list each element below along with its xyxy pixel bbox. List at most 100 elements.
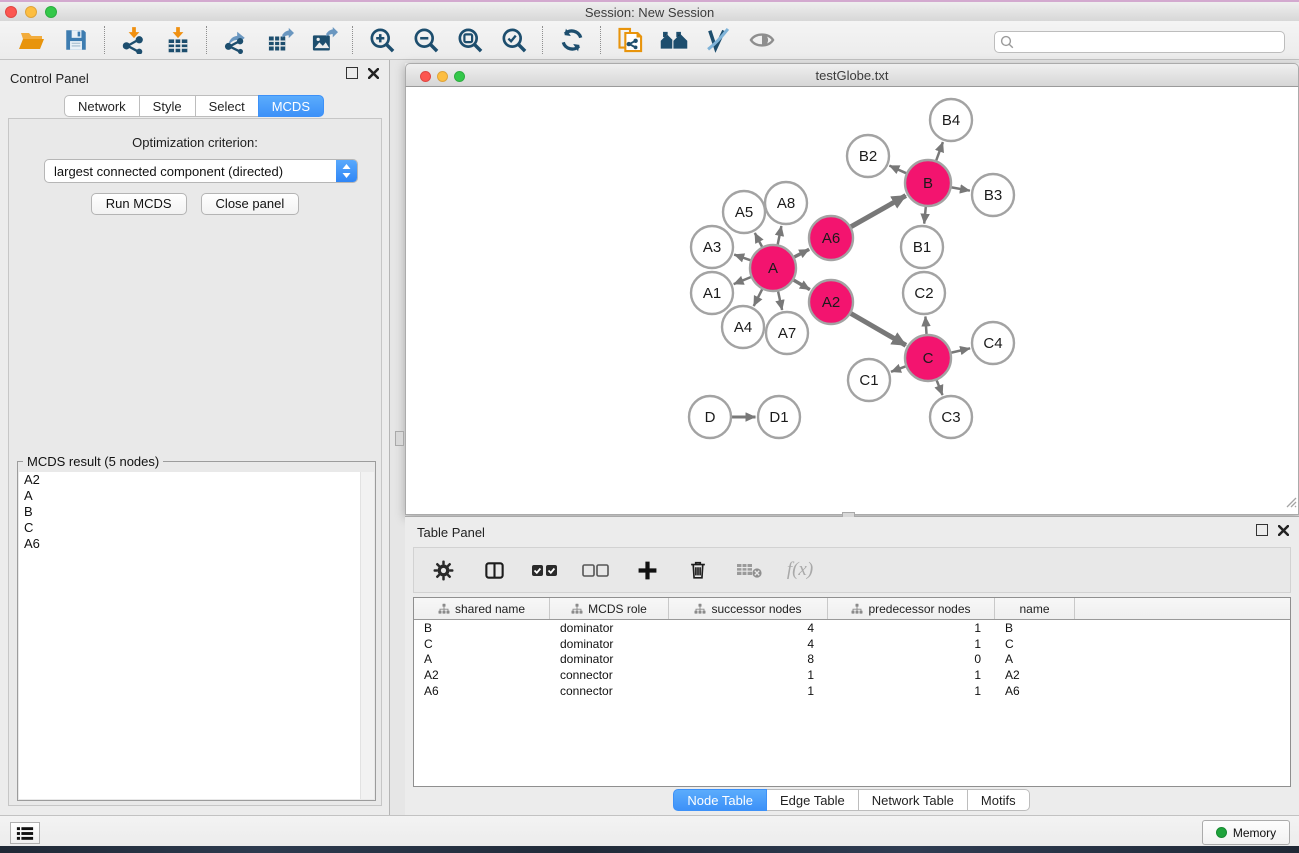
edge-A2-C[interactable] [851, 314, 906, 346]
table-cell[interactable]: dominator [550, 652, 669, 666]
table-cell[interactable]: connector [550, 684, 669, 698]
zoom-fit-icon[interactable] [452, 24, 488, 56]
table-row[interactable]: Cdominator41C [414, 636, 1290, 652]
table-cell[interactable]: B [414, 621, 550, 635]
create-column-plus-icon[interactable] [632, 554, 662, 586]
edge-B-B3[interactable] [952, 187, 970, 190]
style-check-slash-icon[interactable] [700, 24, 736, 56]
export-network-icon[interactable] [218, 24, 254, 56]
table-settings-gear-icon[interactable] [428, 554, 458, 586]
optimization-criterion-select[interactable]: largest connected component (directed) [44, 159, 358, 183]
table-cell[interactable]: 1 [828, 684, 995, 698]
table-cell[interactable]: 4 [669, 637, 828, 651]
table-row[interactable]: A6connector11A6 [414, 683, 1290, 699]
table-cell[interactable]: dominator [550, 621, 669, 635]
table-cell[interactable]: A [995, 652, 1075, 666]
edge-B-B2[interactable] [889, 166, 906, 174]
import-network-icon[interactable] [116, 24, 152, 56]
table-cell[interactable]: 1 [669, 684, 828, 698]
edge-A-A6[interactable] [794, 249, 809, 257]
table-cell[interactable]: C [414, 637, 550, 651]
window-resize-grip[interactable] [1283, 494, 1297, 513]
tab-node-table[interactable]: Node Table [673, 789, 767, 811]
search-input[interactable] [994, 31, 1285, 53]
mcds-result-item[interactable]: B [19, 504, 361, 520]
table-cell[interactable]: A2 [995, 668, 1075, 682]
mcds-result-item[interactable]: A6 [19, 536, 361, 552]
zoom-selected-icon[interactable] [496, 24, 532, 56]
panel-list-button[interactable] [10, 822, 40, 844]
table-cell[interactable]: B [995, 621, 1075, 635]
double-house-icon[interactable] [656, 24, 692, 56]
table-cell[interactable]: dominator [550, 637, 669, 651]
refresh-view-icon[interactable] [554, 24, 590, 56]
edge-A-A3[interactable] [734, 255, 750, 261]
memory-button[interactable]: Memory [1202, 820, 1290, 845]
eye-icon[interactable] [744, 24, 780, 56]
table-cell[interactable]: 4 [669, 621, 828, 635]
edge-A-A2[interactable] [794, 280, 810, 290]
import-table-icon[interactable] [160, 24, 196, 56]
save-session-icon[interactable] [58, 24, 94, 56]
delete-column-trash-icon[interactable] [683, 554, 713, 586]
float-panel-icon[interactable] [346, 67, 358, 79]
edge-A-A7[interactable] [778, 292, 782, 311]
deselect-all-rows-icon[interactable] [581, 554, 611, 586]
table-cell[interactable]: A2 [414, 668, 550, 682]
open-session-icon[interactable] [14, 24, 50, 56]
mcds-result-item[interactable]: A2 [19, 472, 361, 488]
table-cell[interactable]: 1 [828, 637, 995, 651]
edge-C-C1[interactable] [891, 366, 906, 371]
tab-network[interactable]: Network [64, 95, 140, 117]
table-cell[interactable]: 0 [828, 652, 995, 666]
table-cell[interactable]: 1 [828, 668, 995, 682]
export-image-icon[interactable] [306, 24, 342, 56]
network-canvas[interactable]: AA1A2A3A4A5A6A7A8BB1B2B3B4CC1C2C3C4DD1 [405, 87, 1299, 515]
table-cell[interactable]: 1 [669, 668, 828, 682]
table-row[interactable]: Adominator80A [414, 652, 1290, 668]
table-cell[interactable]: A [414, 652, 550, 666]
show-columns-icon[interactable] [479, 554, 509, 586]
tab-network-table[interactable]: Network Table [858, 789, 968, 811]
edge-A-A4[interactable] [754, 289, 762, 306]
edge-A-A5[interactable] [755, 233, 762, 247]
column-header-successor-nodes[interactable]: successor nodes [669, 598, 828, 619]
delete-table-icon[interactable] [734, 554, 764, 586]
edge-C-C2[interactable] [925, 317, 926, 335]
mcds-list-scrollbar[interactable] [360, 472, 374, 799]
column-header-predecessor-nodes[interactable]: predecessor nodes [828, 598, 995, 619]
export-table-icon[interactable] [262, 24, 298, 56]
close-panel-button[interactable]: Close panel [201, 193, 300, 215]
column-header-name[interactable]: name [995, 598, 1075, 619]
table-cell[interactable]: A6 [414, 684, 550, 698]
table-row[interactable]: Bdominator41B [414, 620, 1290, 636]
close-panel-icon[interactable] [1278, 525, 1289, 536]
float-panel-icon[interactable] [1256, 524, 1268, 536]
tab-select[interactable]: Select [195, 95, 259, 117]
tab-style[interactable]: Style [139, 95, 196, 117]
table-cell[interactable]: A6 [995, 684, 1075, 698]
edge-B-B1[interactable] [924, 207, 926, 224]
table-cell[interactable]: 8 [669, 652, 828, 666]
tab-edge-table[interactable]: Edge Table [766, 789, 859, 811]
column-header-shared-name[interactable]: shared name [414, 598, 550, 619]
edge-A6-B[interactable] [851, 196, 906, 227]
zoom-out-icon[interactable] [408, 24, 444, 56]
panel-splitter-handle[interactable] [395, 431, 404, 446]
run-mcds-button[interactable]: Run MCDS [91, 193, 187, 215]
edge-A-A1[interactable] [734, 277, 751, 284]
table-cell[interactable]: C [995, 637, 1075, 651]
zoom-in-icon[interactable] [364, 24, 400, 56]
tab-motifs[interactable]: Motifs [967, 789, 1030, 811]
tab-mcds[interactable]: MCDS [258, 95, 324, 117]
table-cell[interactable]: connector [550, 668, 669, 682]
edge-C-C3[interactable] [937, 380, 943, 395]
edge-A-A8[interactable] [778, 226, 782, 245]
table-row[interactable]: A2connector11A2 [414, 667, 1290, 683]
function-builder-icon[interactable]: f(x) [785, 554, 815, 586]
close-panel-icon[interactable] [368, 68, 379, 79]
mcds-result-item[interactable]: A [19, 488, 361, 504]
column-header-mcds-role[interactable]: MCDS role [550, 598, 669, 619]
edge-C-C4[interactable] [951, 348, 970, 352]
table-cell[interactable]: 1 [828, 621, 995, 635]
